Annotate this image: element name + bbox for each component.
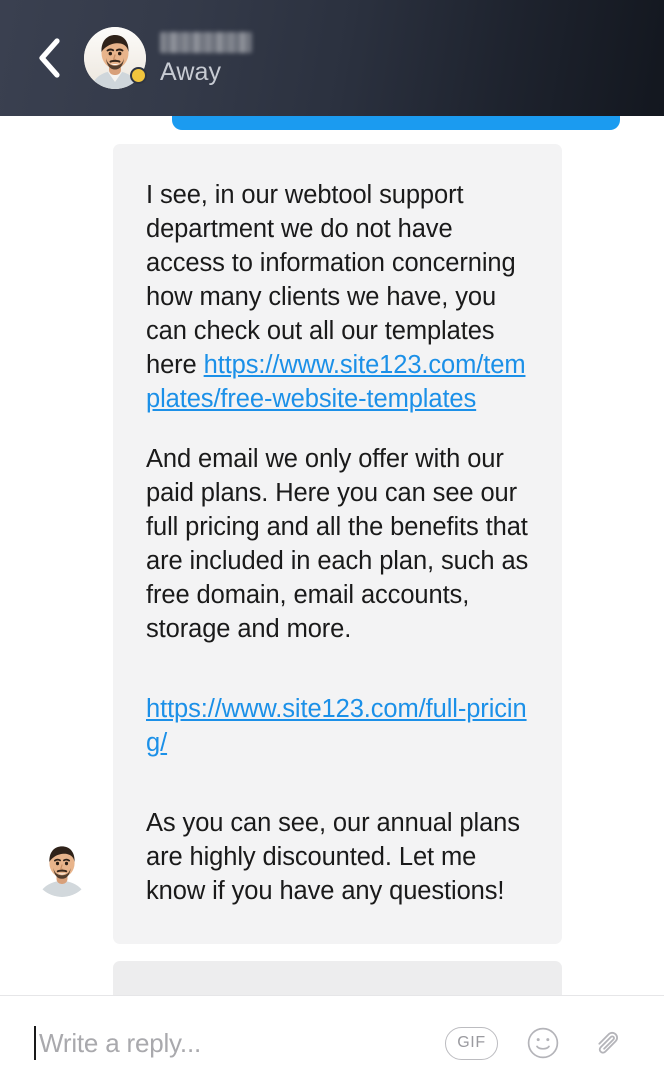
composer-actions: GIF — [427, 1023, 628, 1063]
sender-avatar — [33, 839, 91, 897]
message-paragraph-4: As you can see, our annual plans are hig… — [146, 809, 520, 905]
chevron-left-icon — [35, 37, 63, 79]
message-list[interactable]: I see, in our webtool support department… — [0, 116, 664, 995]
incoming-message-bubble-partial[interactable] — [113, 961, 562, 995]
template-link[interactable]: https://www.site123.com/templates/free-w… — [146, 351, 526, 413]
paperclip-icon — [591, 1026, 625, 1060]
contact-name-redacted — [160, 32, 252, 53]
attachment-button[interactable] — [588, 1023, 628, 1063]
message-text: I see, in our webtool support department… — [146, 181, 516, 379]
contact-info: Away — [160, 30, 252, 86]
chat-window: Away I see, in our webtool support depar… — [0, 0, 664, 1090]
contact-avatar[interactable] — [84, 27, 147, 89]
emoji-button[interactable] — [523, 1023, 563, 1063]
incoming-message-group: I see, in our webtool support department… — [113, 144, 562, 944]
gif-button[interactable]: GIF — [445, 1026, 498, 1060]
message-paragraph-1: I see, in our webtool support department… — [146, 178, 529, 416]
pricing-link[interactable]: https://www.site123.com/full-pricing/ — [146, 695, 527, 757]
reply-input-wrapper[interactable] — [34, 996, 427, 1090]
back-button[interactable] — [26, 35, 72, 81]
smiley-face-icon — [526, 1026, 560, 1060]
contact-status-label: Away — [160, 58, 222, 86]
outgoing-message-bubble-partial[interactable] — [172, 116, 620, 130]
message-composer: GIF — [0, 995, 664, 1090]
incoming-message-bubble[interactable]: I see, in our webtool support department… — [113, 144, 562, 944]
text-caret — [34, 1026, 36, 1060]
message-paragraph-3: https://www.site123.com/full-pricing/ — [146, 692, 529, 760]
gif-label: GIF — [457, 1034, 486, 1051]
conversation-header: Away — [0, 0, 664, 116]
reply-input[interactable] — [34, 1026, 427, 1060]
message-paragraph-2: And email we only offer with our paid pl… — [146, 445, 529, 643]
status-badge-away — [130, 67, 147, 84]
